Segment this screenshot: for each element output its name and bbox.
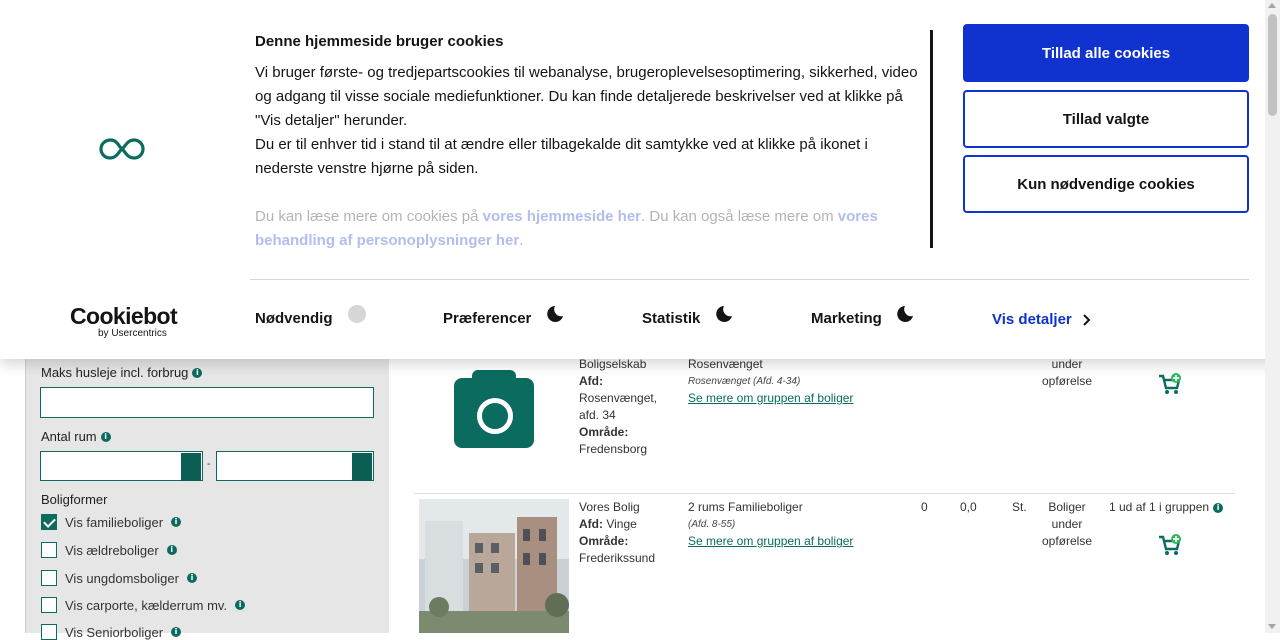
- camera-lens-icon: [477, 398, 513, 434]
- group-link[interactable]: Se mere om gruppen af boliger: [688, 390, 908, 407]
- preferences-toggle-icon[interactable]: [546, 305, 564, 323]
- info-icon[interactable]: i: [100, 431, 111, 442]
- necessary-toggle: [348, 305, 366, 323]
- rooms-count: 0: [921, 500, 928, 514]
- scroll-up-icon[interactable]: [1268, 3, 1276, 8]
- info-icon[interactable]: i: [171, 627, 182, 637]
- listing-details: Vores Bolig Afd: Vinge Område: Frederiks…: [579, 500, 656, 565]
- rooms-label: Antal rum i: [41, 429, 111, 444]
- add-to-cart-icon[interactable]: [1157, 533, 1183, 559]
- info-icon[interactable]: i: [192, 367, 203, 378]
- rooms-to-input[interactable]: [216, 451, 374, 481]
- listing-group: Rosenvænget Rosenvænget (Afd. 4-34) Se m…: [688, 356, 908, 407]
- cookie-consent-banner: Denne hjemmeside bruger cookies Vi bruge…: [0, 0, 1280, 359]
- info-icon[interactable]: i: [1213, 502, 1224, 513]
- info-icon[interactable]: i: [171, 517, 182, 527]
- info-icon[interactable]: i: [166, 545, 177, 555]
- max-rent-input[interactable]: [40, 387, 374, 418]
- listing-photo[interactable]: [419, 499, 569, 633]
- cookiebot-logo: Cookiebot by Usercentrics: [70, 303, 178, 339]
- option-carports[interactable]: Vis carporte, kælderrum mv. i: [41, 597, 246, 613]
- option-youth[interactable]: Vis ungdomsboliger i: [41, 570, 197, 586]
- allow-selected-button[interactable]: Tillad valgte: [963, 90, 1249, 148]
- listing-group: 2 rums Familieboliger (Afd. 8-55) Se mer…: [688, 499, 908, 550]
- rooms-to-stepper[interactable]: [352, 453, 372, 481]
- scroll-indicator[interactable]: [930, 30, 933, 248]
- checkbox[interactable]: [41, 514, 57, 530]
- category-necessary: Nødvendig: [255, 310, 333, 327]
- listing-status: Boliger under opførelse: [1041, 500, 1093, 548]
- checkbox[interactable]: [41, 597, 57, 613]
- group-link[interactable]: Se mere om gruppen af boliger: [688, 533, 908, 550]
- scroll-down-icon[interactable]: [1268, 624, 1276, 629]
- necessary-only-button[interactable]: Kun nødvendige cookies: [963, 155, 1249, 213]
- category-marketing: Marketing: [811, 310, 882, 327]
- listing-details: Boligselskab Afd: Rosenvænget, afd. 34 O…: [579, 357, 658, 456]
- info-icon[interactable]: i: [186, 573, 197, 583]
- checkbox[interactable]: [41, 570, 57, 586]
- info-icon[interactable]: i: [235, 600, 246, 610]
- scrollbar-thumb[interactable]: [1268, 14, 1277, 116]
- area-value: 0,0: [960, 500, 977, 514]
- add-to-cart-icon[interactable]: [1157, 372, 1183, 398]
- housing-types-label: Boligformer: [41, 492, 108, 507]
- divider: [250, 279, 1249, 280]
- cookie-description: Vi bruger første- og tredjepartscookies …: [255, 64, 918, 177]
- max-rent-label: Maks husleje incl. forbrug i: [41, 365, 203, 380]
- marketing-toggle-icon[interactable]: [896, 305, 914, 323]
- option-family[interactable]: Vis familieboliger i: [41, 514, 182, 530]
- cookie-title: Denne hjemmeside bruger cookies: [255, 33, 504, 50]
- checkbox[interactable]: [41, 542, 57, 558]
- availability: 1 ud af 1 i gruppen i: [1109, 499, 1224, 516]
- site-logo-icon: [99, 138, 145, 160]
- range-dash: -: [207, 458, 211, 470]
- option-senior[interactable]: Vis Seniorboliger i: [41, 624, 182, 640]
- statistics-toggle-icon[interactable]: [715, 305, 733, 323]
- listing-status: under opførelse: [1041, 357, 1093, 388]
- allow-all-button[interactable]: Tillad alle cookies: [963, 24, 1249, 82]
- rooms-from-stepper[interactable]: [181, 453, 201, 481]
- category-statistics: Statistik: [642, 310, 701, 327]
- checkbox[interactable]: [41, 624, 57, 640]
- row-divider: [414, 493, 1235, 494]
- floor-value: St.: [1012, 500, 1027, 514]
- option-elderly[interactable]: Vis ældreboliger i: [41, 542, 177, 558]
- cookie-more-info: Du kan læse mere om cookies på vores hje…: [255, 208, 878, 249]
- website-link[interactable]: vores hjemmeside her: [483, 208, 641, 225]
- chevron-right-icon: [1083, 313, 1091, 326]
- category-preferences: Præferencer: [443, 310, 532, 327]
- rooms-from-input[interactable]: [40, 451, 203, 481]
- show-details-link[interactable]: Vis detaljer: [992, 311, 1092, 328]
